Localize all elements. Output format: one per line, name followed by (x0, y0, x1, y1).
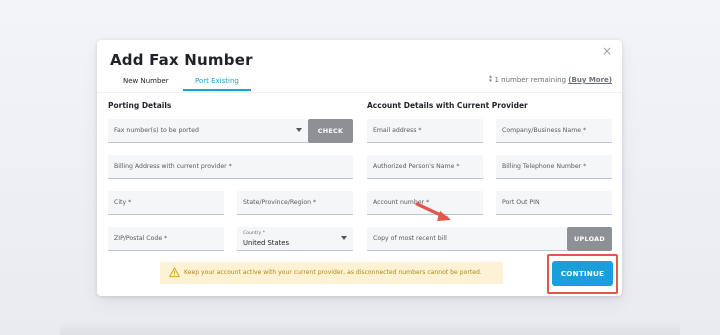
background-panel-edge (60, 321, 680, 335)
state-field[interactable]: State/Province/Region * (237, 191, 353, 215)
authorized-person-field[interactable]: Authorized Person's Name * (367, 155, 483, 179)
billing-address-field[interactable]: Billing Address with current provider * (108, 155, 353, 179)
annotation-arrow-icon (415, 202, 451, 221)
fax-numbers-placeholder: Fax number(s) to be ported (114, 127, 199, 134)
fax-numbers-select[interactable]: Fax number(s) to be ported (108, 119, 308, 143)
port-out-pin-placeholder: Port Out PIN (502, 199, 540, 206)
chevron-down-icon (341, 236, 347, 240)
numbers-remaining: ⁑ 1 number remaining (Buy More) (489, 76, 612, 84)
chevron-down-icon (296, 128, 302, 132)
company-name-field[interactable]: Company/Business Name * (496, 119, 612, 143)
country-value: United States (243, 239, 290, 247)
tab-divider (97, 92, 622, 93)
billing-phone-placeholder: Billing Telephone Number * (502, 163, 587, 170)
account-details-heading: Account Details with Current Provider (367, 101, 528, 110)
remaining-text: 1 number remaining (494, 76, 567, 84)
billing-address-placeholder: Billing Address with current provider * (114, 163, 232, 170)
zip-field[interactable]: ZIP/Postal Code * (108, 227, 224, 251)
port-out-pin-field[interactable]: Port Out PIN (496, 191, 612, 215)
warning-text: Keep your account active with your curre… (184, 269, 482, 276)
city-placeholder: City * (114, 199, 132, 206)
porting-details-heading: Porting Details (108, 101, 172, 110)
active-tab-indicator (183, 89, 251, 91)
fax-icon: ⁑ (488, 76, 493, 84)
tab-new-number[interactable]: New Number (123, 77, 169, 85)
zip-placeholder: ZIP/Postal Code * (114, 235, 168, 242)
dialog-title: Add Fax Number (110, 51, 253, 69)
warning-banner: Keep your account active with your curre… (160, 262, 503, 284)
state-placeholder: State/Province/Region * (243, 199, 317, 206)
tab-port-existing[interactable]: Port Existing (195, 77, 239, 85)
country-label: Country * (243, 231, 266, 236)
authorized-person-placeholder: Authorized Person's Name * (373, 163, 460, 170)
buy-more-link[interactable]: (Buy More) (568, 76, 612, 84)
bill-copy-field[interactable]: Copy of most recent bill (367, 227, 567, 251)
country-select[interactable]: Country * United States (237, 227, 353, 251)
email-field[interactable]: Email address * (367, 119, 483, 143)
close-icon[interactable]: × (600, 44, 614, 58)
continue-button[interactable]: CONTINUE (552, 261, 613, 286)
warning-icon (169, 267, 180, 278)
company-name-placeholder: Company/Business Name * (502, 127, 587, 134)
add-fax-number-dialog: × Add Fax Number New Number Port Existin… (97, 40, 622, 296)
email-placeholder: Email address * (373, 127, 422, 134)
city-field[interactable]: City * (108, 191, 224, 215)
billing-phone-field[interactable]: Billing Telephone Number * (496, 155, 612, 179)
bill-copy-placeholder: Copy of most recent bill (373, 235, 447, 242)
upload-button[interactable]: UPLOAD (567, 227, 612, 251)
check-button[interactable]: CHECK (308, 119, 353, 143)
